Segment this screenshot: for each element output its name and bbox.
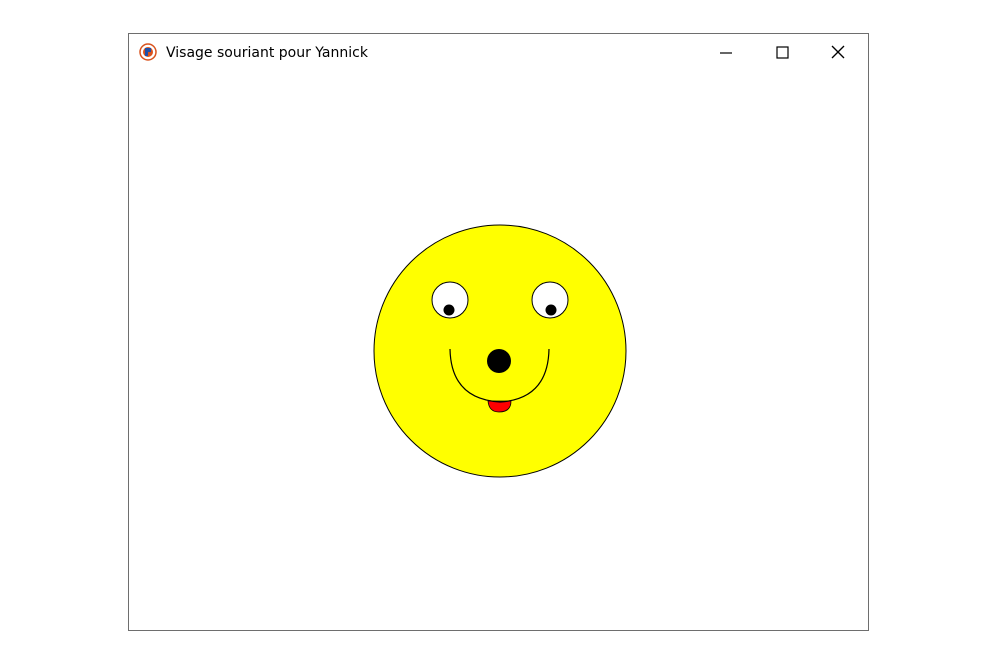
nose [487,349,511,373]
left-pupil [443,304,455,316]
title-bar[interactable]: Visage souriant pour Yannick [129,34,868,72]
window-title: Visage souriant pour Yannick [166,45,368,61]
close-icon [831,45,845,59]
smiley-drawing [373,224,627,478]
right-pupil [545,304,557,316]
close-button[interactable] [810,34,866,70]
app-window: Visage souriant pour Yannick [128,33,869,631]
app-icon[interactable] [139,43,157,61]
minimize-button[interactable] [698,34,754,70]
drawing-canvas [129,72,868,630]
maximize-icon [776,46,789,59]
maximize-button[interactable] [754,34,810,70]
minimize-icon [720,52,732,54]
